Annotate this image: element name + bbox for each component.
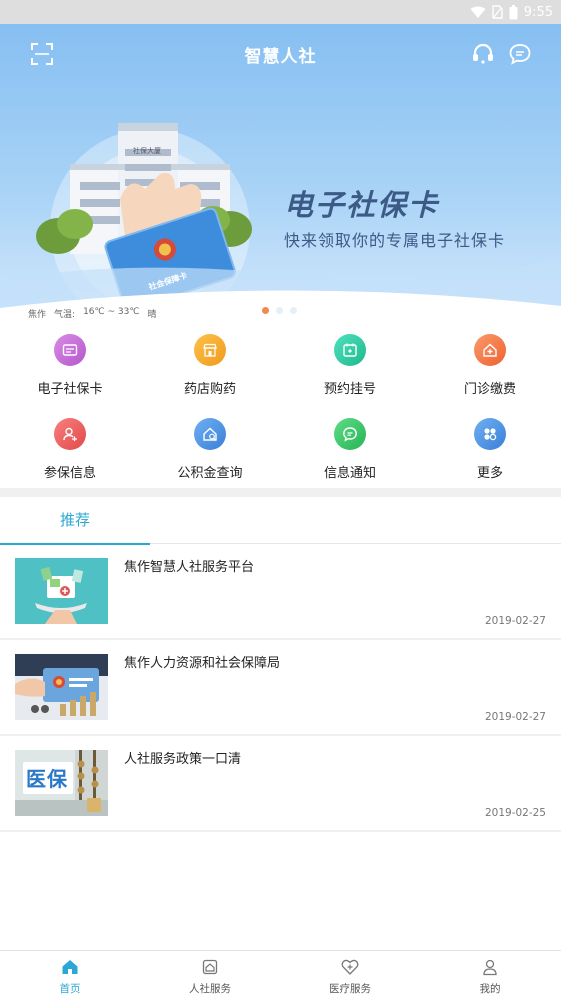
nav-label: 医疗服务: [329, 983, 371, 995]
insurance-info-icon: [54, 418, 86, 450]
service-e-social-card[interactable]: 电子社保卡: [0, 330, 140, 400]
carousel-indicator: [262, 307, 297, 314]
weather-city: 焦作: [28, 310, 47, 320]
carousel-dot: [290, 307, 297, 314]
section-divider: [0, 488, 561, 497]
service-pharmacy[interactable]: 药店购药: [140, 330, 280, 400]
carousel-dot-active: [262, 307, 269, 314]
tab-bar: 推荐: [0, 497, 561, 545]
service-label: 电子社保卡: [37, 382, 103, 397]
news-thumbnail: [15, 654, 108, 720]
customer-service-icon[interactable]: [471, 42, 495, 66]
building-sign: 社保大厦: [133, 147, 161, 155]
clinic-payment-icon: [474, 334, 506, 366]
wifi-icon: [470, 6, 486, 18]
nav-medical-services[interactable]: 医疗服务: [280, 951, 420, 997]
no-sim-icon: [492, 5, 503, 19]
news-list: 焦作智慧人社服务平台 2019-02-27 焦作人力资源和社会保障局 2019-…: [0, 544, 561, 832]
news-date: 2019-02-25: [484, 807, 546, 819]
more-icon: [474, 418, 506, 450]
tab-label: 推荐: [59, 511, 90, 529]
nav-home[interactable]: 首页: [0, 951, 140, 997]
news-date: 2019-02-27: [484, 711, 546, 723]
nav-label: 我的: [479, 983, 501, 995]
news-thumbnail: [15, 558, 108, 624]
nav-profile[interactable]: 我的: [420, 951, 560, 997]
battery-icon: [509, 4, 518, 19]
service-label: 门诊缴费: [463, 382, 516, 397]
weather-temp-range: 16℃ ~ 33℃: [83, 307, 140, 317]
news-title: 焦作人力资源和社会保障局: [124, 656, 281, 671]
service-label: 信息通知: [323, 466, 376, 481]
nav-label: 人社服务: [189, 983, 231, 995]
user-icon: [483, 959, 497, 976]
service-grid: 电子社保卡 药店购药 预约挂号 门诊缴费 参保信息 公积金查询 信息通知 更多: [0, 330, 561, 488]
service-label: 预约挂号: [323, 382, 376, 397]
pharmacy-icon: [194, 334, 226, 366]
service-label: 药店购药: [183, 382, 236, 397]
nav-label: 首页: [59, 983, 81, 995]
top-bar: 智慧人社: [0, 24, 561, 84]
status-bar: 9:55: [0, 0, 561, 24]
message-bubble-icon[interactable]: [508, 42, 532, 66]
heart-plus-icon: [341, 959, 359, 975]
service-label: 公积金查询: [177, 466, 243, 481]
service-label: 更多: [476, 466, 503, 481]
nav-social-services[interactable]: 人社服务: [140, 951, 280, 997]
service-fund-query[interactable]: 公积金查询: [140, 414, 280, 484]
id-card-icon: [54, 334, 86, 366]
service-notifications[interactable]: 信息通知: [280, 414, 420, 484]
list-item[interactable]: 焦作智慧人社服务平台 2019-02-27: [0, 544, 561, 640]
service-appointment[interactable]: 预约挂号: [280, 330, 420, 400]
service-insurance-info[interactable]: 参保信息: [0, 414, 140, 484]
thumb-text: 医保: [26, 767, 68, 791]
appointment-icon: [334, 334, 366, 366]
service-more[interactable]: 更多: [420, 414, 560, 484]
message-icon: [334, 418, 366, 450]
news-title: 焦作智慧人社服务平台: [124, 560, 255, 575]
news-title: 人社服务政策一口清: [124, 752, 242, 767]
social-services-icon: [202, 959, 218, 975]
weather-temp-label: 气温:: [54, 310, 76, 320]
fund-query-icon: [194, 418, 226, 450]
service-clinic-payment[interactable]: 门诊缴费: [420, 330, 560, 400]
banner-title: 电子社保卡: [284, 188, 440, 222]
carousel-dot: [276, 307, 283, 314]
tab-recommended[interactable]: 推荐: [0, 497, 150, 545]
status-time: 9:55: [523, 4, 553, 20]
home-icon: [62, 960, 78, 974]
list-item[interactable]: 医保 人社服务政策一口清 2019-02-25: [0, 736, 561, 832]
banner-subtitle: 快来领取你的专属电子社保卡: [284, 231, 506, 250]
service-label: 参保信息: [43, 466, 96, 481]
news-date: 2019-02-27: [484, 615, 546, 627]
news-thumbnail: 医保: [15, 750, 108, 816]
bottom-nav: 首页 人社服务 医疗服务 我的: [0, 950, 561, 997]
weather-condition: 晴: [147, 310, 157, 320]
list-item[interactable]: 焦作人力资源和社会保障局 2019-02-27: [0, 640, 561, 736]
weather-bar: 焦作 气温: 16℃ ~ 33℃ 晴: [28, 307, 156, 320]
